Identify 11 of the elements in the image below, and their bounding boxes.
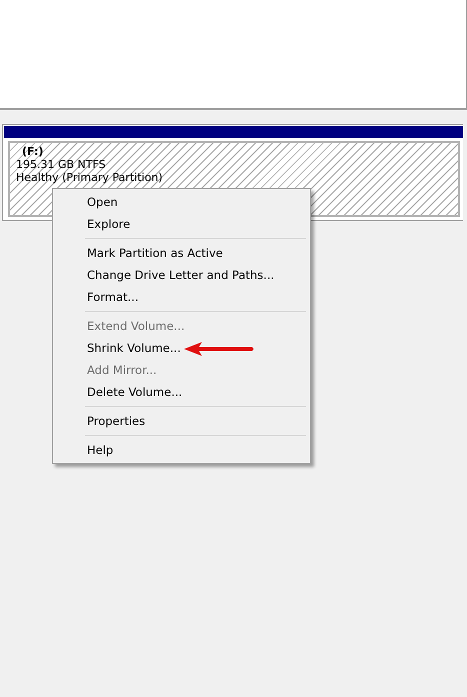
menu-item[interactable]: Shrink Volume... — [55, 337, 308, 359]
volume-status: Healthy (Primary Partition) — [16, 171, 164, 184]
menu-item[interactable]: Properties — [55, 410, 308, 432]
menu-item[interactable]: Format... — [55, 286, 308, 308]
menu-item[interactable]: Open — [55, 191, 308, 213]
menu-item[interactable]: Delete Volume... — [55, 381, 308, 403]
volume-size: 195.31 GB NTFS — [16, 158, 107, 171]
volume-label: (F:) — [21, 145, 44, 158]
menu-item[interactable]: Change Drive Letter and Paths... — [55, 264, 308, 286]
menu-item[interactable]: Help — [55, 439, 308, 461]
menu-item[interactable]: Mark Partition as Active — [55, 242, 308, 264]
